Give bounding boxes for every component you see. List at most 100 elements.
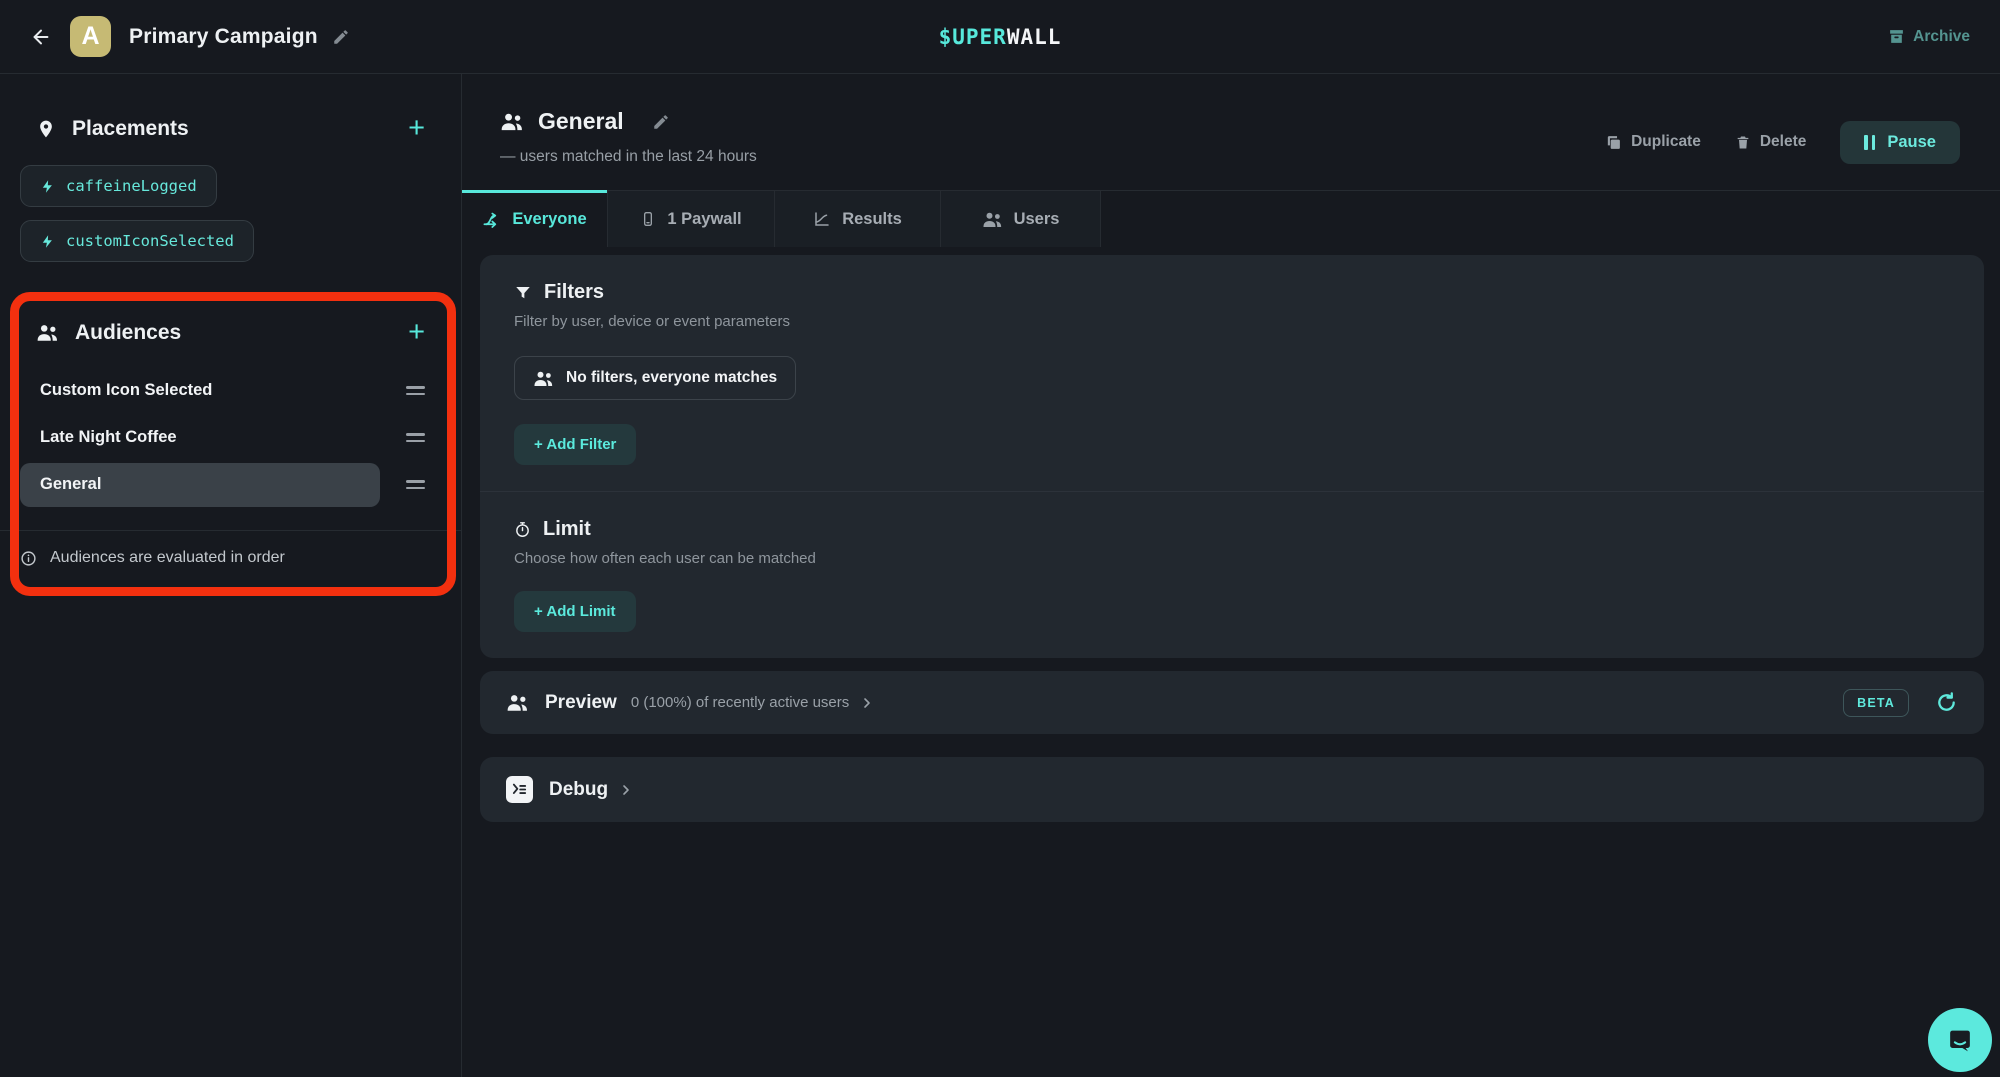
stopwatch-icon [514,520,531,539]
beta-badge: BETA [1843,689,1909,717]
no-filters-chip: No filters, everyone matches [514,356,796,400]
tab-bar: Everyone 1 Paywall Results Users [462,190,2000,247]
duplicate-button[interactable]: Duplicate [1605,133,1701,151]
logo-teal-part: $UPER [939,25,1007,49]
drag-handle-icon[interactable] [406,433,425,442]
avatar-letter: A [81,22,99,51]
limit-subtitle: Choose how often each user can be matche… [514,550,1950,567]
filters-subtitle: Filter by user, device or event paramete… [514,313,1950,330]
location-pin-icon [36,118,56,140]
audiences-footnote: Audiences are evaluated in order [0,549,461,567]
drag-handle-icon[interactable] [406,386,425,395]
add-filter-button[interactable]: + Add Filter [514,424,636,465]
users-icon [36,323,59,342]
users-icon [982,211,1003,228]
tab-label: Users [1014,210,1060,229]
audience-row: General [0,461,461,508]
users-icon [506,693,529,712]
filters-limit-card: Filters Filter by user, device or event … [480,255,1984,658]
duplicate-label: Duplicate [1631,133,1701,151]
split-arrow-icon [482,210,501,229]
debug-bar[interactable]: Debug [480,757,1984,822]
terminal-icon [506,776,533,803]
chat-bubble-icon [1945,1025,1975,1055]
limit-title: Limit [543,518,591,541]
filters-title: Filters [544,281,604,304]
placement-tag-customiconselected[interactable]: customIconSelected [20,220,254,262]
pause-label: Pause [1887,133,1936,152]
card-divider [480,491,1984,492]
audience-subtitle: — users matched in the last 24 hours [500,148,757,166]
tab-paywall[interactable]: 1 Paywall [608,191,775,247]
chat-widget-button[interactable] [1928,1008,1992,1072]
placements-title: Placements [72,117,189,141]
archive-button[interactable]: Archive [1888,28,1970,46]
placement-tag-label: caffeineLogged [66,177,197,195]
audience-list: Custom Icon Selected Late Night Coffee G… [0,367,461,508]
trash-icon [1735,134,1751,151]
users-icon [533,370,554,387]
app-avatar[interactable]: A [70,16,111,57]
drag-handle-icon[interactable] [406,480,425,489]
filter-funnel-icon [514,284,532,302]
placements-section: Placements + caffeineLogged customIconSe… [0,114,461,262]
audiences-footnote-text: Audiences are evaluated in order [50,549,285,567]
archive-label: Archive [1913,28,1970,46]
tab-bar-filler [1101,191,2000,247]
sidebar-divider [0,530,461,531]
audiences-title: Audiences [75,321,181,345]
pencil-icon [652,113,670,131]
audience-item-custom-icon-selected[interactable]: Custom Icon Selected [20,369,380,413]
back-button[interactable] [30,26,52,48]
placements-header: Placements + [0,114,461,143]
delete-label: Delete [1760,133,1807,151]
limit-section: Limit Choose how often each user can be … [514,518,1950,632]
audience-item-general[interactable]: General [20,463,380,507]
tab-label: Everyone [512,210,586,229]
chart-icon [813,210,831,228]
audience-item-label: Custom Icon Selected [40,381,212,400]
refresh-button[interactable] [1935,691,1958,714]
main-panel: General — users matched in the last 24 h… [462,74,2000,1077]
duplicate-icon [1605,134,1622,151]
add-audience-button[interactable]: + [408,318,425,347]
tab-everyone[interactable]: Everyone [462,191,608,247]
tab-users[interactable]: Users [941,191,1101,247]
placement-tag-caffeinelogged[interactable]: caffeineLogged [20,165,217,207]
sidebar: Placements + caffeineLogged customIconSe… [0,74,462,1077]
lightning-bolt-icon [40,178,55,195]
edit-campaign-title-button[interactable] [332,28,350,46]
tab-results[interactable]: Results [775,191,941,247]
arrow-left-icon [30,26,52,48]
pause-icon [1864,135,1875,150]
placement-tag-label: customIconSelected [66,232,234,250]
pencil-icon [332,28,350,46]
add-limit-button[interactable]: + Add Limit [514,591,636,632]
delete-button[interactable]: Delete [1735,133,1807,151]
tab-label: 1 Paywall [667,210,741,229]
audience-row: Custom Icon Selected [0,367,461,414]
chevron-right-icon [859,695,875,711]
add-placement-button[interactable]: + [408,114,425,143]
campaign-title: Primary Campaign [129,25,318,49]
pause-button[interactable]: Pause [1840,121,1960,164]
preview-bar[interactable]: Preview 0 (100%) of recently active user… [480,671,1984,734]
debug-title: Debug [549,779,608,801]
audience-title: General [538,108,624,135]
audience-header: General — users matched in the last 24 h… [462,74,2000,166]
preview-title: Preview [545,692,617,714]
placement-list: caffeineLogged customIconSelected [0,165,461,262]
audience-row: Late Night Coffee [0,414,461,461]
phone-icon [640,210,656,228]
edit-audience-name-button[interactable] [652,113,670,131]
preview-subtitle: 0 (100%) of recently active users [631,694,849,711]
audience-item-late-night-coffee[interactable]: Late Night Coffee [20,416,380,460]
audiences-section: Audiences + Custom Icon Selected Late Ni… [0,318,461,567]
refresh-icon [1935,691,1958,714]
info-icon [20,550,37,567]
audience-item-label: Late Night Coffee [40,428,177,447]
app-window: A Primary Campaign $UPERWALL Archive Pla… [0,0,2000,1077]
chevron-right-icon [618,782,634,798]
superwall-logo: $UPERWALL [939,25,1062,49]
no-filters-chip-label: No filters, everyone matches [566,369,777,387]
